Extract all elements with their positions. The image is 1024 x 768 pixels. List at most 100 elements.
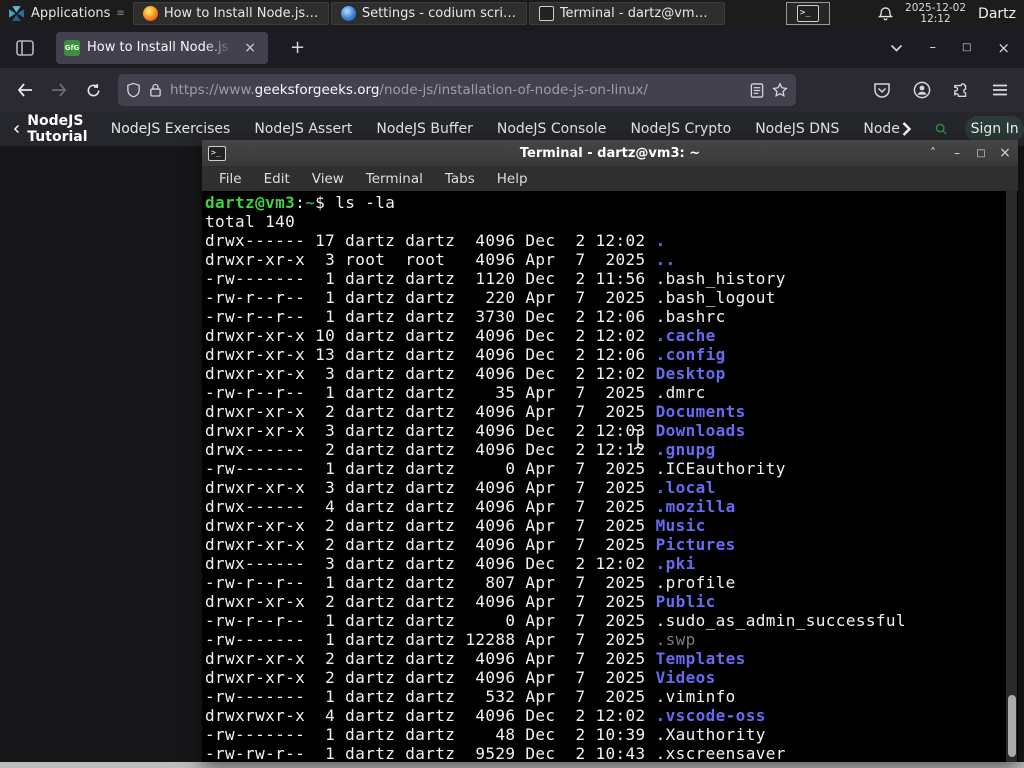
- terminal-app-icon: >_: [208, 145, 226, 161]
- browser-maximize-button[interactable]: □: [962, 42, 971, 53]
- tab-close-button[interactable]: ×: [240, 39, 260, 57]
- site-nav-link[interactable]: NodeJS Exercises: [111, 121, 231, 137]
- file-name: .config: [655, 345, 726, 364]
- browser-close-button[interactable]: ×: [997, 39, 1010, 57]
- file-name: .vscode-oss: [655, 706, 766, 725]
- taskbar-window-label: How to Install Node.js o...: [163, 6, 319, 21]
- lock-icon[interactable]: [149, 82, 162, 98]
- nav-back-tutorial[interactable]: NodeJS Tutorial: [0, 113, 111, 145]
- site-nav-links: NodeJS Exercises NodeJS Assert NodeJS Bu…: [111, 121, 900, 137]
- site-nav-link[interactable]: NodeJS DNS: [755, 121, 839, 137]
- reload-button[interactable]: [78, 75, 108, 105]
- notification-bell-icon[interactable]: [878, 6, 894, 22]
- terminal-window: Terminal - dartz@vm3: ~ >_ ˄ – □ × File …: [202, 140, 1018, 762]
- file-meta: -rw------- 1 dartz dartz 532 Apr 7 2025: [205, 687, 656, 706]
- file-listing-row: drwxr-xr-x 10 dartz dartz 4096 Dec 2 12:…: [205, 326, 1018, 345]
- panel-clock[interactable]: 2025-12-02 12:12: [905, 2, 966, 25]
- file-name: .bashrc: [655, 307, 726, 326]
- applications-menu-button[interactable]: Applications ≡: [0, 0, 132, 27]
- file-name: .dmrc: [655, 383, 706, 402]
- site-nav-link[interactable]: NodeJS Crypto: [630, 121, 731, 137]
- workspace-pager[interactable]: >_: [785, 2, 830, 25]
- file-listing-row: drwxr-xr-x 3 dartz dartz 4096 Apr 7 2025…: [205, 478, 1018, 497]
- file-name: Music: [655, 516, 706, 535]
- site-nav-link[interactable]: NodeJS Assert: [254, 121, 352, 137]
- file-meta: -rw------- 1 dartz dartz 0 Apr 7 2025: [205, 459, 656, 478]
- site-nav-link[interactable]: NodeJS Buffer: [376, 121, 473, 137]
- terminal-output[interactable]: dartz@vm3:~$ ls -la total 140 drwx------…: [202, 191, 1018, 762]
- terminal-close-button[interactable]: ×: [998, 145, 1012, 161]
- file-name: .gnupg: [655, 440, 716, 459]
- terminal-minimize-button[interactable]: –: [950, 146, 964, 160]
- file-name: ..: [655, 250, 676, 269]
- file-name: Downloads: [655, 421, 746, 440]
- terminal-menu-item[interactable]: File: [210, 169, 251, 189]
- active-tab[interactable]: GfG How to Install Node.js on ×: [56, 31, 268, 64]
- file-listing-row: -rw-r--r-- 1 dartz dartz 807 Apr 7 2025 …: [205, 573, 1018, 592]
- list-all-tabs-chevron-icon[interactable]: [890, 44, 903, 52]
- tracking-protection-shield-icon[interactable]: [126, 82, 141, 98]
- file-listing-row: -rw------- 1 dartz dartz 48 Dec 2 10:39 …: [205, 725, 1018, 744]
- file-meta: drwx------ 3 dartz dartz 4096 Dec 2 12:0…: [205, 554, 656, 573]
- file-listing-row: drwxr-xr-x 3 dartz dartz 4096 Dec 2 12:0…: [205, 421, 1018, 440]
- file-meta: drwxr-xr-x 2 dartz dartz 4096 Apr 7 2025: [205, 535, 656, 554]
- site-nav-link[interactable]: NodeJS Console: [497, 121, 607, 137]
- file-name: Public: [655, 592, 716, 611]
- forward-button[interactable]: [44, 75, 74, 105]
- firefox-view-icon: [16, 39, 34, 56]
- terminal-window-title: Terminal - dartz@vm3: ~: [519, 145, 701, 161]
- file-listing: drwx------ 17 dartz dartz 4096 Dec 2 12:…: [205, 231, 1018, 762]
- terminal-title-bar[interactable]: Terminal - dartz@vm3: ~ >_ ˄ – □ ×: [202, 140, 1018, 166]
- file-listing-row: drwxr-xr-x 2 dartz dartz 4096 Apr 7 2025…: [205, 516, 1018, 535]
- menu-hamburger-icon[interactable]: [992, 83, 1008, 97]
- terminal-maximize-button[interactable]: □: [974, 148, 988, 159]
- file-listing-row: -rw-r--r-- 1 dartz dartz 0 Apr 7 2025 .s…: [205, 611, 1018, 630]
- file-listing-row: drwxr-xr-x 2 dartz dartz 4096 Apr 7 2025…: [205, 649, 1018, 668]
- url-text[interactable]: https://www.geeksforgeeks.org/node-js/in…: [170, 82, 742, 98]
- chevron-left-icon: [14, 124, 19, 134]
- firefox-view-button[interactable]: [10, 35, 40, 61]
- terminal-menu-item[interactable]: Tabs: [436, 169, 484, 189]
- file-listing-row: -rw-r--r-- 1 dartz dartz 35 Apr 7 2025 .…: [205, 383, 1018, 402]
- nav-scroll-right[interactable]: [902, 122, 911, 136]
- top-panel: Applications ≡ How to Install Node.js o.…: [0, 0, 1024, 27]
- file-meta: drwxr-xr-x 13 dartz dartz 4096 Dec 2 12:…: [205, 345, 656, 364]
- sign-in-button[interactable]: Sign In: [965, 116, 1024, 142]
- new-tab-button[interactable]: +: [282, 35, 313, 60]
- file-listing-row: -rw------- 1 dartz dartz 1120 Dec 2 11:5…: [205, 269, 1018, 288]
- terminal-menu-item[interactable]: View: [303, 169, 353, 189]
- account-icon[interactable]: [913, 81, 931, 99]
- taskbar-window-button[interactable]: How to Install Node.js o...: [132, 2, 329, 25]
- pocket-save-icon[interactable]: [873, 82, 891, 99]
- back-button[interactable]: [10, 75, 40, 105]
- reader-mode-icon[interactable]: [750, 82, 764, 98]
- bookmark-star-icon[interactable]: [772, 82, 788, 98]
- file-meta: -rw-r--r-- 1 dartz dartz 3730 Dec 2 12:0…: [205, 307, 656, 326]
- file-meta: -rw-rw-r-- 1 dartz dartz 9529 Dec 2 10:4…: [205, 744, 656, 762]
- file-meta: drwx------ 4 dartz dartz 4096 Apr 7 2025: [205, 497, 656, 516]
- taskbar-window-icon: [142, 6, 158, 21]
- taskbar-window-button[interactable]: Terminal - dartz@vm3: ~: [528, 2, 725, 25]
- terminal-shade-button[interactable]: ˄: [926, 146, 940, 160]
- user-menu[interactable]: Dartz: [978, 6, 1016, 22]
- taskbar-window-button[interactable]: Settings - codium script...: [330, 2, 527, 25]
- taskbar-window-icon: [340, 6, 356, 21]
- file-name: .sudo_as_admin_successful: [655, 611, 906, 630]
- file-listing-row: -rw-r--r-- 1 dartz dartz 3730 Dec 2 12:0…: [205, 307, 1018, 326]
- browser-minimize-button[interactable]: –: [929, 40, 936, 55]
- site-search-icon[interactable]: [935, 119, 947, 139]
- site-nav-link[interactable]: Node: [863, 121, 900, 137]
- file-meta: drwxr-xr-x 10 dartz dartz 4096 Dec 2 12:…: [205, 326, 656, 345]
- file-name: .swp: [655, 630, 696, 649]
- file-name: Videos: [655, 668, 716, 687]
- file-listing-row: drwxr-xr-x 3 root root 4096 Apr 7 2025 .…: [205, 250, 1018, 269]
- extensions-puzzle-icon[interactable]: [953, 82, 970, 99]
- terminal-scrollbar[interactable]: [1006, 191, 1017, 762]
- file-listing-row: drwxr-xr-x 2 dartz dartz 4096 Apr 7 2025…: [205, 402, 1018, 421]
- file-listing-row: drwxr-xr-x 2 dartz dartz 4096 Apr 7 2025…: [205, 668, 1018, 687]
- terminal-menu-item[interactable]: Help: [488, 169, 537, 189]
- terminal-menu-item[interactable]: Edit: [255, 169, 299, 189]
- terminal-scrollbar-thumb[interactable]: [1007, 695, 1016, 757]
- terminal-menu-item[interactable]: Terminal: [357, 169, 432, 189]
- url-bar[interactable]: https://www.geeksforgeeks.org/node-js/in…: [118, 74, 796, 106]
